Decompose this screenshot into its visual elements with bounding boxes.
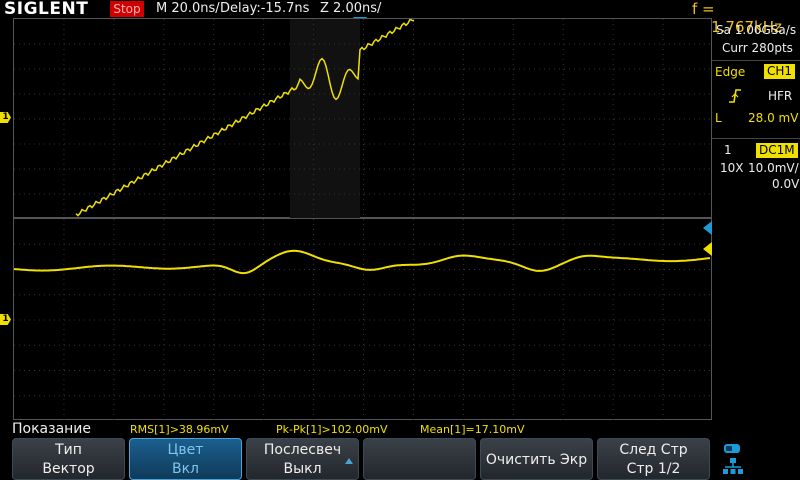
softkey-value: Вкл — [171, 461, 199, 477]
zoom-trigger-marker-icon[interactable] — [703, 221, 712, 235]
trigger-level[interactable]: 28.0 mV — [748, 110, 798, 126]
softkey-label: Цвет — [167, 442, 204, 458]
run-state-badge[interactable]: Stop — [110, 1, 144, 17]
zoom-readout: Z 2.00ns/ — [320, 1, 382, 16]
channel-number[interactable]: 1 — [724, 142, 732, 158]
softkey-value: Вектор — [42, 461, 95, 477]
zoom-waveform-svg — [14, 219, 713, 421]
main-waveform-grid[interactable] — [13, 18, 713, 219]
volts-per-div: 10.0mV/ — [748, 161, 799, 175]
softkey-type[interactable]: Тип Вектор — [12, 438, 125, 480]
channel-offset: 0.0V — [772, 177, 800, 191]
ch1-offset-marker-upper[interactable]: 1 — [0, 112, 11, 123]
network-status-icon — [723, 444, 743, 474]
softkey-label: Послесвеч — [263, 442, 342, 458]
ch1-offset-marker-lower[interactable]: 1 — [0, 314, 11, 325]
probe-ratio: 10X — [720, 161, 744, 175]
softkey-label: След Стр — [619, 442, 688, 458]
softkey-label: Тип — [55, 442, 82, 458]
grid-lines — [14, 219, 713, 421]
trigger-coupling[interactable]: HFR — [768, 88, 792, 104]
channel-coupling[interactable]: DC1M — [756, 143, 798, 158]
timebase-readout: M 20.0ns/ — [156, 1, 220, 16]
softkey-color[interactable]: Цвет Вкл — [129, 438, 242, 480]
ch1-main-trace — [75, 19, 415, 217]
brand-logo: SIGLENT — [4, 0, 89, 19]
softkey-label: Очистить Экр — [485, 452, 588, 468]
trigger-level-marker-icon[interactable] — [703, 242, 712, 256]
level-label: L — [715, 111, 722, 125]
zoom-waveform-grid[interactable] — [13, 218, 713, 421]
measurement-bar: Показание RMS[1]>38.96mV Pk-Pk[1]>102.00… — [0, 421, 800, 438]
softkey-menu: Тип Вектор Цвет Вкл Послесвеч Выкл Очист… — [0, 438, 800, 480]
current-points: Curr 280pts — [722, 41, 793, 55]
delay-readout: Delay:-15.7ns — [220, 1, 310, 16]
softkey-next-page[interactable]: След Стр Стр 1/2 — [597, 438, 710, 480]
softkey-value: Выкл — [283, 461, 322, 477]
softkey-persistence[interactable]: Послесвеч Выкл — [246, 438, 359, 480]
main-waveform-svg — [14, 19, 713, 219]
rising-edge-icon — [729, 89, 741, 103]
measurement-label: Показание — [12, 421, 92, 437]
measure-rms: RMS[1]>38.96mV — [130, 423, 229, 436]
softkey-empty[interactable] — [363, 438, 476, 480]
status-bar: SIGLENT Stop M 20.0ns/ Delay:-15.7ns Z 2… — [0, 0, 800, 36]
softkey-value: Стр 1/2 — [626, 461, 681, 477]
ch1-zoom-trace — [14, 249, 711, 275]
right-info-panel: Sa 1.00GSa/s Curr 280pts Edge CH1 HFR L … — [712, 18, 800, 198]
trigger-type[interactable]: Edge — [715, 64, 745, 80]
trigger-source[interactable]: CH1 — [764, 64, 796, 79]
sample-rate: Sa 1.00GSa/s — [716, 23, 797, 37]
measure-pkpk: Pk-Pk[1]>102.00mV — [276, 423, 388, 436]
knob-adjust-icon — [345, 458, 353, 464]
measure-mean: Mean[1]=17.10mV — [420, 423, 525, 436]
softkey-clear-display[interactable]: Очистить Экр — [480, 438, 593, 480]
